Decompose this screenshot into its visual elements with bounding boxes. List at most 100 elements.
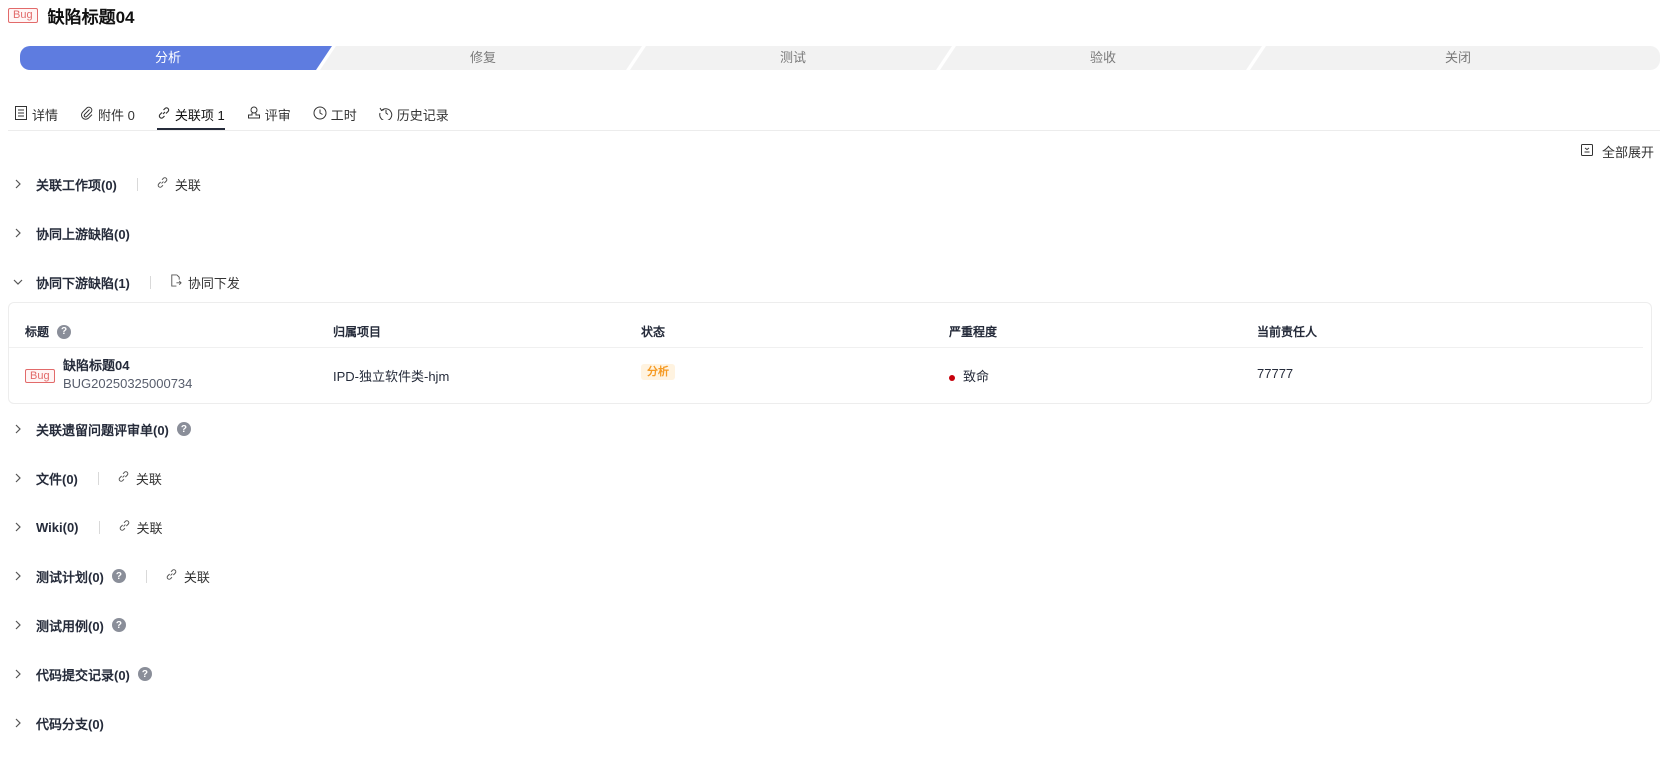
- chevron-right-icon[interactable]: [12, 521, 24, 533]
- tab-history[interactable]: 历史记录: [378, 100, 449, 128]
- workflow-stepper: 分析 修复 测试 验收 关闭: [20, 46, 1660, 70]
- expand-all-icon: [1580, 143, 1594, 160]
- dispatch-icon: [169, 274, 182, 290]
- column-header-owner[interactable]: 当前责任人: [1257, 323, 1317, 340]
- section-title: Wiki(0): [36, 519, 79, 535]
- header-divider: [9, 347, 1643, 348]
- section-title: 代码提交记录(0): [36, 667, 130, 683]
- column-header-severity[interactable]: 严重程度: [949, 323, 997, 340]
- step-analyze[interactable]: 分析: [20, 46, 316, 70]
- link-label: 关联: [174, 177, 201, 193]
- tabs-divider: [8, 130, 1660, 131]
- help-icon[interactable]: ?: [111, 618, 126, 632]
- clock-icon: [313, 106, 327, 123]
- link-wiki-button[interactable]: 关联: [118, 518, 163, 537]
- chevron-right-icon[interactable]: [12, 717, 24, 729]
- page-header: Bug 缺陷标题04: [8, 4, 135, 27]
- row-title[interactable]: 缺陷标题04: [63, 355, 129, 374]
- tab-label: 关联项 1: [174, 107, 225, 123]
- downstream-defects-table: 标题 ? 归属项目 状态 严重程度 当前责任人 Bug 缺陷标题04 BUG20…: [8, 302, 1652, 404]
- link-icon: [118, 519, 131, 535]
- section-code-commits: 代码提交记录(0) ?: [12, 663, 152, 685]
- section-downstream-defects: 协同下游缺陷(1) 协同下发: [12, 271, 240, 293]
- tab-label: 评审: [264, 107, 291, 123]
- bug-type-tag: Bug: [25, 369, 55, 383]
- section-upstream-defects: 协同上游缺陷(0): [12, 222, 130, 244]
- paperclip-icon: [80, 106, 94, 123]
- stamp-icon: [247, 106, 261, 123]
- chevron-right-icon[interactable]: [12, 178, 24, 190]
- row-bug-tag: Bug: [25, 367, 55, 383]
- tab-details[interactable]: 详情: [14, 100, 58, 128]
- link-icon: [156, 176, 169, 192]
- section-code-branches: 代码分支(0): [12, 712, 104, 734]
- link-icon: [117, 470, 130, 486]
- chevron-right-icon[interactable]: [12, 668, 24, 680]
- row-project: IPD-独立软件类-hjm: [333, 369, 450, 384]
- collab-dispatch-button[interactable]: 协同下发: [169, 273, 240, 292]
- link-file-button[interactable]: 关联: [117, 469, 162, 488]
- divider: [136, 177, 138, 191]
- tab-worklog[interactable]: 工时: [313, 100, 357, 128]
- section-title: 测试计划(0): [36, 569, 104, 585]
- link-label: 关联: [136, 520, 163, 536]
- row-owner: 77777: [1257, 366, 1294, 381]
- header-label: 标题: [25, 325, 50, 339]
- link-label: 关联: [135, 471, 162, 487]
- link-label: 关联: [183, 569, 210, 585]
- tab-label: 详情: [32, 107, 59, 123]
- dispatch-label: 协同下发: [187, 275, 240, 291]
- section-title: 测试用例(0): [36, 618, 104, 634]
- step-fix[interactable]: 修复: [330, 46, 636, 70]
- severity-label: 致命: [963, 369, 990, 384]
- section-title: 代码分支(0): [36, 716, 104, 732]
- details-icon: [14, 105, 28, 123]
- step-test[interactable]: 测试: [640, 46, 946, 70]
- chevron-right-icon[interactable]: [12, 472, 24, 484]
- tab-review[interactable]: 评审: [247, 100, 291, 128]
- section-title: 协同上游缺陷(0): [36, 226, 130, 242]
- chevron-right-icon[interactable]: [12, 570, 24, 582]
- divider: [149, 275, 151, 289]
- section-title: 关联工作项(0): [36, 177, 117, 193]
- help-icon[interactable]: ?: [176, 422, 191, 436]
- expand-all-button[interactable]: 全部展开: [1580, 142, 1654, 161]
- chevron-right-icon[interactable]: [12, 227, 24, 239]
- tab-label: 附件 0: [98, 107, 135, 123]
- help-icon[interactable]: ?: [111, 569, 126, 583]
- link-test-plan-button[interactable]: 关联: [165, 567, 210, 586]
- column-header-title: 标题 ?: [25, 323, 72, 340]
- severity-dot: [949, 374, 955, 381]
- column-header-project[interactable]: 归属项目: [333, 323, 381, 340]
- link-icon: [157, 106, 171, 123]
- tab-attachments[interactable]: 附件 0: [80, 100, 135, 128]
- section-title: 协同下游缺陷(1): [36, 275, 130, 291]
- section-wiki: Wiki(0) 关联: [12, 516, 163, 538]
- chevron-right-icon[interactable]: [12, 619, 24, 631]
- chevron-down-icon[interactable]: [12, 276, 24, 288]
- tab-label: 工时: [330, 107, 357, 123]
- step-accept[interactable]: 验收: [950, 46, 1256, 70]
- tab-label: 历史记录: [396, 107, 449, 123]
- help-icon[interactable]: ?: [57, 324, 72, 339]
- tab-related[interactable]: 关联项 1: [156, 100, 225, 130]
- row-severity: 致命: [949, 366, 989, 385]
- help-icon[interactable]: ?: [137, 667, 152, 681]
- section-title: 关联遗留问题评审单(0): [36, 422, 169, 438]
- step-close[interactable]: 关闭: [1260, 46, 1656, 70]
- bug-type-tag: Bug: [8, 7, 38, 23]
- row-status: 分析: [641, 363, 675, 380]
- section-related-work-items: 关联工作项(0) 关联: [12, 173, 201, 195]
- section-title: 文件(0): [36, 471, 78, 487]
- status-badge: 分析: [641, 364, 675, 380]
- expand-all-label: 全部展开: [1601, 145, 1654, 160]
- divider: [97, 471, 99, 485]
- page-title: 缺陷标题04: [47, 7, 135, 27]
- detail-tabs: 详情 附件 0 关联项 1 评审 工时 历史记录: [14, 100, 471, 130]
- column-header-status[interactable]: 状态: [641, 323, 665, 340]
- link-work-item-button[interactable]: 关联: [156, 175, 201, 194]
- section-test-plans: 测试计划(0) ? 关联: [12, 565, 210, 587]
- section-files: 文件(0) 关联: [12, 467, 162, 489]
- section-test-cases: 测试用例(0) ?: [12, 614, 126, 636]
- chevron-right-icon[interactable]: [12, 423, 24, 435]
